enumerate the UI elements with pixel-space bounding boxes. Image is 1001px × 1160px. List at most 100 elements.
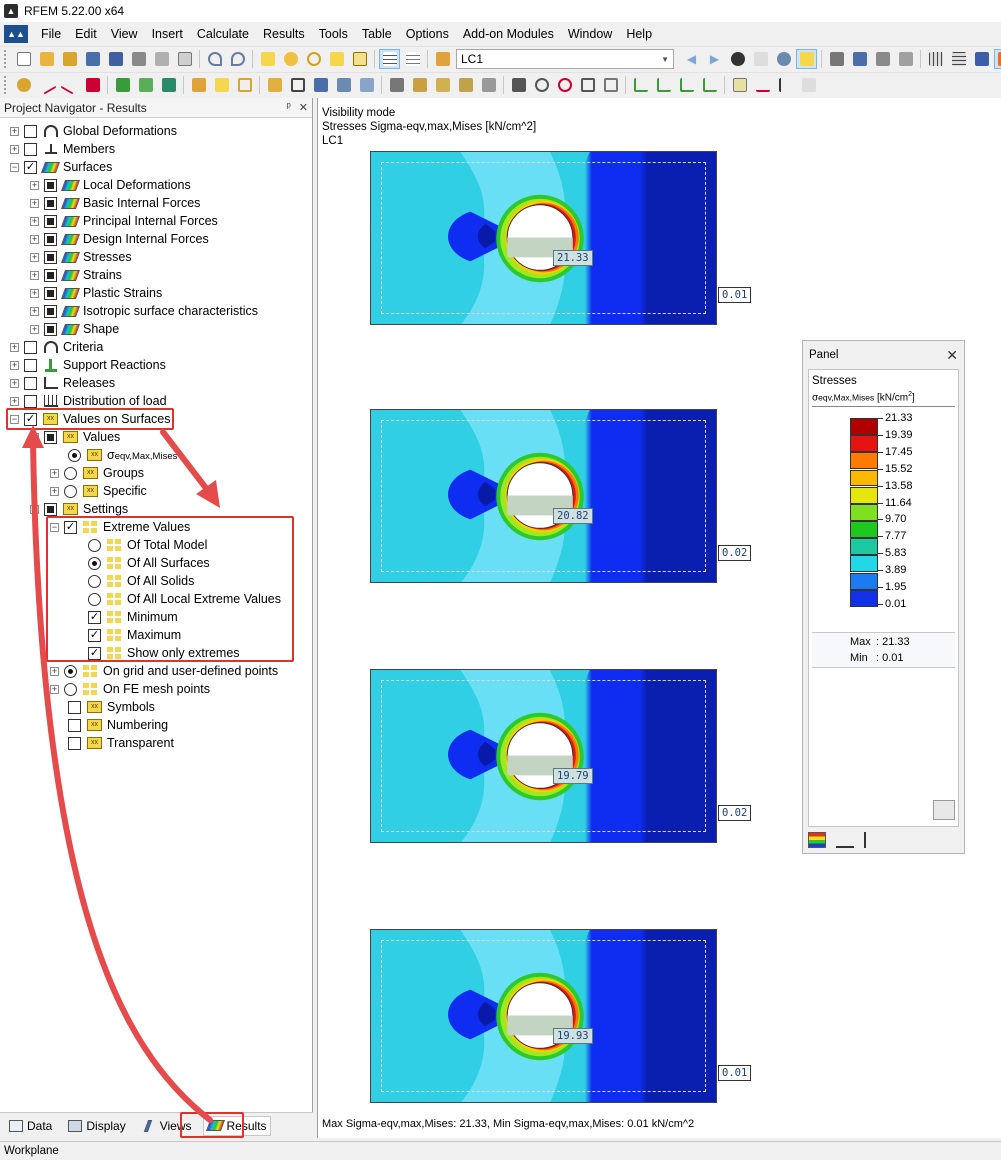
more-button[interactable] bbox=[798, 75, 819, 95]
report-button[interactable] bbox=[174, 49, 195, 69]
menu-edit[interactable]: Edit bbox=[68, 22, 104, 46]
collapse-icon[interactable]: − bbox=[50, 522, 59, 532]
view-x-button[interactable] bbox=[630, 75, 651, 95]
toolbar-grip[interactable] bbox=[4, 76, 8, 94]
3d-view-button[interactable] bbox=[600, 75, 621, 95]
tree-item-principal-internal-forces[interactable]: + Principal Internal Forces bbox=[30, 212, 218, 230]
tree-item-global-deformations[interactable]: + Global Deformations bbox=[10, 122, 177, 140]
group-button[interactable] bbox=[356, 75, 377, 95]
radio[interactable] bbox=[64, 484, 77, 498]
array-button[interactable] bbox=[455, 75, 476, 95]
find-button[interactable] bbox=[280, 49, 301, 69]
menu-tools[interactable]: Tools bbox=[312, 22, 355, 46]
checkbox[interactable] bbox=[68, 700, 81, 714]
tree-item-members[interactable]: + Members bbox=[10, 140, 115, 158]
checkbox[interactable] bbox=[24, 340, 37, 354]
collapse-icon[interactable]: − bbox=[10, 162, 19, 172]
checkbox[interactable] bbox=[68, 736, 81, 750]
tree-item-isotropic-characteristics[interactable]: + Isotropic surface characteristics bbox=[30, 302, 258, 320]
collapse-icon[interactable]: − bbox=[10, 414, 19, 424]
flag-tab-icon[interactable] bbox=[864, 832, 882, 848]
menu-window[interactable]: Window bbox=[561, 22, 619, 46]
radio-selected[interactable] bbox=[88, 556, 101, 570]
checkbox[interactable] bbox=[24, 376, 37, 390]
tree-item-design-internal-forces[interactable]: + Design Internal Forces bbox=[30, 230, 209, 248]
previous-load-case-button[interactable]: ◀ bbox=[681, 49, 702, 69]
tree-item-surfaces[interactable]: − ✓ Surfaces bbox=[10, 158, 112, 176]
node-button[interactable] bbox=[13, 75, 34, 95]
toolbar-grip[interactable] bbox=[4, 50, 8, 68]
radio-selected[interactable] bbox=[64, 664, 77, 678]
save-button[interactable] bbox=[105, 49, 126, 69]
view-z-button[interactable] bbox=[676, 75, 697, 95]
view-y-button[interactable] bbox=[653, 75, 674, 95]
tree-item-of-all-surfaces[interactable]: Of All Surfaces bbox=[88, 554, 210, 572]
load-button[interactable] bbox=[188, 75, 209, 95]
tree-item-of-all-local-extreme[interactable]: Of All Local Extreme Values bbox=[88, 590, 281, 608]
frame-button[interactable] bbox=[287, 75, 308, 95]
expand-icon[interactable]: + bbox=[50, 486, 59, 496]
tree-item-groups[interactable]: + xx Groups bbox=[50, 464, 144, 482]
tree-item-support-reactions[interactable]: + Support Reactions bbox=[10, 356, 166, 374]
expand-icon[interactable]: + bbox=[30, 198, 39, 208]
calculate-button[interactable] bbox=[727, 49, 748, 69]
dimension-button[interactable] bbox=[211, 75, 232, 95]
iso-view-button[interactable] bbox=[577, 75, 598, 95]
expand-icon[interactable]: + bbox=[50, 684, 59, 694]
line-button[interactable] bbox=[36, 75, 57, 95]
tree-item-basic-internal-forces[interactable]: + Basic Internal Forces bbox=[30, 194, 200, 212]
redo-button[interactable] bbox=[227, 49, 248, 69]
collapse-icon[interactable]: − bbox=[30, 504, 39, 514]
tree-item-sigma-eqv[interactable]: xx σeqv,Max,Mises bbox=[68, 446, 177, 464]
radio[interactable] bbox=[64, 466, 77, 480]
expand-icon[interactable]: + bbox=[50, 468, 59, 478]
table-button[interactable] bbox=[402, 49, 423, 69]
checkbox-partial[interactable] bbox=[44, 430, 57, 444]
tree-item-extreme-values[interactable]: − ✓ Extreme Values bbox=[50, 518, 190, 536]
close-icon[interactable]: ✕ bbox=[946, 347, 958, 364]
open-recent-button[interactable] bbox=[59, 49, 80, 69]
checkbox-partial[interactable] bbox=[44, 196, 57, 210]
results-display-button[interactable] bbox=[773, 49, 794, 69]
checkbox-partial[interactable] bbox=[44, 322, 57, 336]
model-check-button[interactable] bbox=[508, 75, 529, 95]
tree-item-numbering[interactable]: xx Numbering bbox=[68, 716, 168, 734]
tree-item-distribution-of-load[interactable]: + Distribution of load bbox=[10, 392, 167, 410]
undo-button[interactable] bbox=[204, 49, 225, 69]
pin-icon[interactable]: ᵖ bbox=[287, 101, 291, 114]
mesh-button[interactable] bbox=[925, 49, 946, 69]
view-minus-z-button[interactable] bbox=[699, 75, 720, 95]
tree-item-strains[interactable]: + Strains bbox=[30, 266, 122, 284]
box-button[interactable] bbox=[333, 75, 354, 95]
print-preview-button[interactable] bbox=[151, 49, 172, 69]
move-button[interactable] bbox=[310, 75, 331, 95]
copy-tool-button[interactable] bbox=[432, 75, 453, 95]
next-load-case-button[interactable]: ▶ bbox=[704, 49, 725, 69]
edit-button[interactable] bbox=[257, 49, 278, 69]
display-button[interactable] bbox=[729, 75, 750, 95]
checkbox-partial[interactable] bbox=[44, 286, 57, 300]
checkbox[interactable] bbox=[68, 718, 81, 732]
check-button[interactable] bbox=[326, 49, 347, 69]
expand-icon[interactable]: + bbox=[30, 216, 39, 226]
checkbox-partial[interactable] bbox=[44, 268, 57, 282]
menu-results[interactable]: Results bbox=[256, 22, 312, 46]
menu-add-on-modules[interactable]: Add-on Modules bbox=[456, 22, 561, 46]
checkbox-checked[interactable]: ✓ bbox=[24, 412, 37, 426]
checkbox-partial[interactable] bbox=[44, 214, 57, 228]
surface-button[interactable] bbox=[112, 75, 133, 95]
target-button[interactable] bbox=[303, 49, 324, 69]
tree-item-symbols[interactable]: xx Symbols bbox=[68, 698, 155, 716]
polyline-button[interactable] bbox=[59, 75, 80, 95]
tree-item-values[interactable]: − xx Values bbox=[30, 428, 120, 446]
rotate-button[interactable] bbox=[386, 75, 407, 95]
member-button[interactable] bbox=[895, 49, 916, 69]
checkbox-partial[interactable] bbox=[44, 232, 57, 246]
tab-data[interactable]: Data bbox=[4, 1117, 55, 1135]
radio-selected[interactable] bbox=[68, 448, 81, 462]
checkbox[interactable] bbox=[24, 358, 37, 372]
scale-button[interactable] bbox=[478, 75, 499, 95]
radio[interactable] bbox=[88, 574, 101, 588]
panel-settings-button[interactable] bbox=[933, 800, 955, 820]
collapse-icon[interactable]: − bbox=[30, 432, 39, 442]
